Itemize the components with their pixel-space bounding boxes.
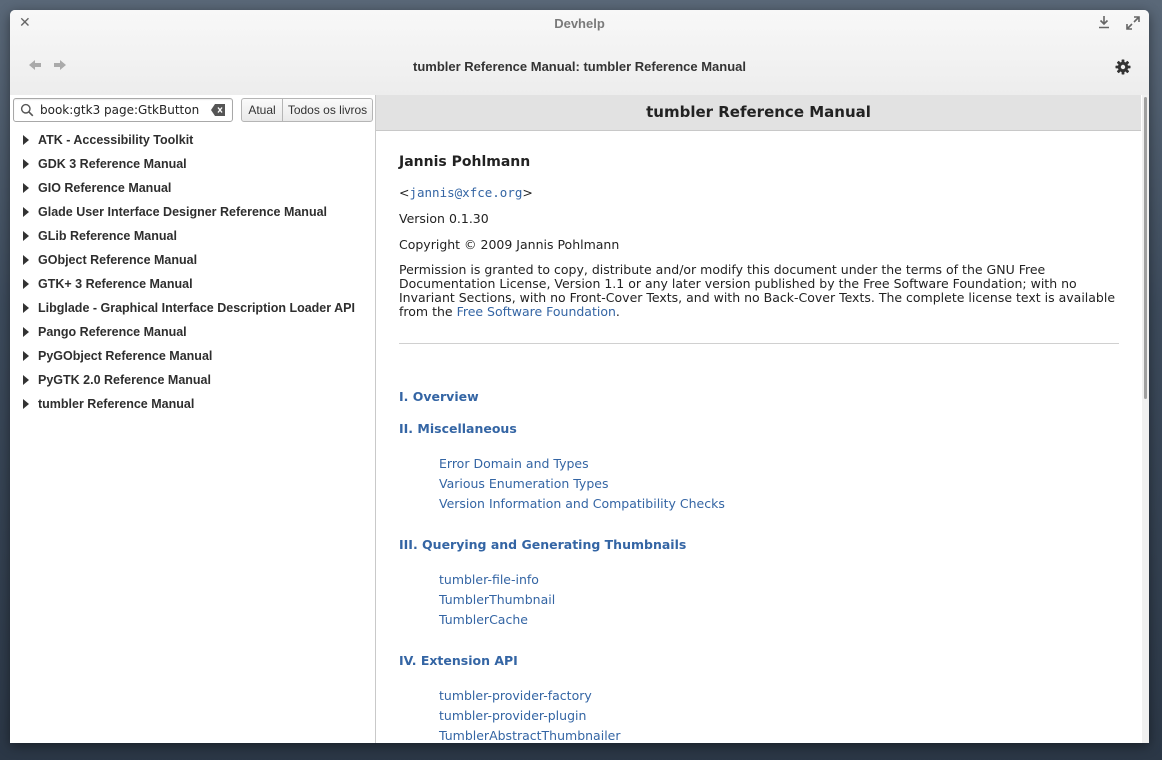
expander-icon[interactable] (23, 207, 29, 217)
window-title: Devhelp (554, 16, 605, 31)
toc-chapter-link[interactable]: tumbler-provider-plugin (439, 708, 586, 723)
expander-icon[interactable] (23, 375, 29, 385)
license-text: Permission is granted to copy, distribut… (399, 262, 1116, 319)
book-item[interactable]: GLib Reference Manual (10, 224, 375, 248)
book-item[interactable]: GObject Reference Manual (10, 248, 375, 272)
book-item[interactable]: GTK+ 3 Reference Manual (10, 272, 375, 296)
toc-part-link[interactable]: II. Miscellaneous (399, 421, 517, 436)
book-item[interactable]: Pango Reference Manual (10, 320, 375, 344)
header-title: tumbler Reference Manual: tumbler Refere… (412, 59, 747, 74)
expander-icon[interactable] (23, 159, 29, 169)
expander-icon[interactable] (23, 255, 29, 265)
book-item[interactable]: Libglade - Graphical Interface Descripti… (10, 296, 375, 320)
toc-chapter-link[interactable]: Version Information and Compatibility Ch… (439, 496, 725, 511)
header-bar: ✕ Devhelp tumbler Reference Manual: tumb… (10, 10, 1149, 103)
gear-icon[interactable] (1114, 58, 1132, 76)
expander-icon[interactable] (23, 231, 29, 241)
toc-part-link[interactable]: III. Querying and Generating Thumbnails (399, 537, 686, 552)
book-item[interactable]: PyGTK 2.0 Reference Manual (10, 368, 375, 392)
devhelp-window: ✕ Devhelp tumbler Reference Manual: tumb… (10, 10, 1149, 743)
scope-all-books-button[interactable]: Todos os livros (282, 98, 373, 122)
toc-chapter-link[interactable]: Error Domain and Types (439, 456, 589, 471)
toc-chapter-link[interactable]: Various Enumeration Types (439, 476, 608, 491)
expander-icon[interactable] (23, 399, 29, 409)
book-item[interactable]: ATK - Accessibility Toolkit (10, 128, 375, 152)
maximize-icon[interactable] (1125, 15, 1141, 31)
author-name: Jannis Pohlmann (399, 154, 531, 170)
expander-icon[interactable] (23, 327, 29, 337)
book-item[interactable]: Glade User Interface Designer Reference … (10, 200, 375, 224)
expander-icon[interactable] (23, 351, 29, 361)
document-view[interactable]: tumbler Reference Manual Jannis Pohlmann… (376, 95, 1149, 743)
toc-part-link[interactable]: I. Overview (399, 389, 479, 404)
version-text: Version 0.1.30 (399, 211, 489, 226)
toc-chapter-link[interactable]: TumblerThumbnail (439, 592, 555, 607)
fsf-link[interactable]: Free Software Foundation (457, 304, 616, 319)
copyright-text: Copyright © 2009 Jannis Pohlmann (399, 237, 620, 252)
document-heading: tumbler Reference Manual (376, 95, 1141, 131)
toc-chapter-link[interactable]: tumbler-provider-factory (439, 688, 592, 703)
book-item[interactable]: tumbler Reference Manual (10, 392, 375, 416)
download-icon[interactable] (1097, 15, 1111, 29)
expander-icon[interactable] (23, 303, 29, 313)
expander-icon[interactable] (23, 135, 29, 145)
toc-chapter-link[interactable]: tumbler-file-info (439, 572, 539, 587)
toc-chapter-link[interactable]: TumblerAbstractThumbnailer (439, 728, 621, 743)
email-line: <jannis@xfce.org> (399, 185, 533, 200)
divider (399, 343, 1119, 344)
expander-icon[interactable] (23, 183, 29, 193)
book-list: ATK - Accessibility Toolkit GDK 3 Refere… (10, 128, 375, 416)
book-item[interactable]: GIO Reference Manual (10, 176, 375, 200)
search-icon (20, 103, 34, 117)
scope-current-button[interactable]: Atual (241, 98, 283, 122)
expander-icon[interactable] (23, 279, 29, 289)
toc-chapter-link[interactable]: TumblerCache (439, 612, 528, 627)
book-item[interactable]: GDK 3 Reference Manual (10, 152, 375, 176)
sidebar: Atual Todos os livros ATK - Accessibilit… (10, 95, 376, 743)
clear-icon[interactable] (210, 103, 226, 117)
toc-part-link[interactable]: IV. Extension API (399, 653, 518, 668)
email-link[interactable]: jannis@xfce.org (409, 185, 522, 200)
book-item[interactable]: PyGObject Reference Manual (10, 344, 375, 368)
scrollbar-thumb[interactable] (1144, 97, 1147, 399)
search-input[interactable] (40, 101, 200, 119)
search-box[interactable] (13, 98, 233, 122)
